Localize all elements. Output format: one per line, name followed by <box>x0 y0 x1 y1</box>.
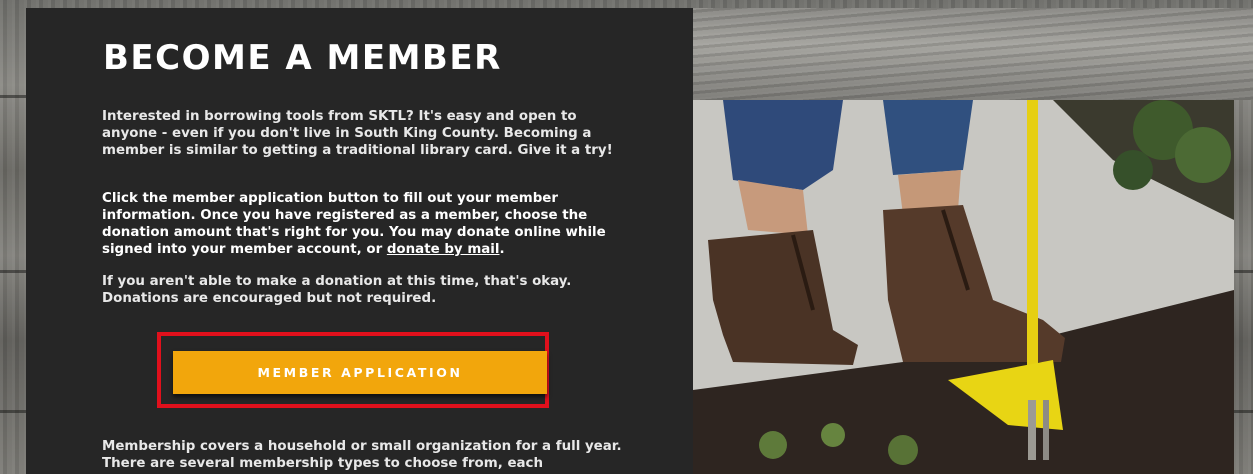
instructions-paragraph: Click the member application button to f… <box>102 190 622 258</box>
donation-note-paragraph: If you aren't able to make a donation at… <box>102 274 572 306</box>
intro-paragraph: Interested in borrowing tools from SKTL?… <box>102 109 613 158</box>
boots-tool-illustration <box>693 100 1234 474</box>
member-application-button[interactable]: MEMBER APPLICATION <box>173 351 547 394</box>
instructions-text: Click the member application button to f… <box>102 191 606 257</box>
boots-tool-photo <box>693 100 1234 474</box>
instructions-period: . <box>499 242 505 257</box>
wood-board-image <box>693 8 1253 100</box>
membership-panel: BECOME A MEMBER Interested in borrowing … <box>26 8 693 474</box>
page-title: BECOME A MEMBER <box>103 38 502 78</box>
donate-by-mail-link[interactable]: donate by mail <box>387 242 500 257</box>
membership-info-paragraph: Membership covers a household or small o… <box>102 439 622 471</box>
